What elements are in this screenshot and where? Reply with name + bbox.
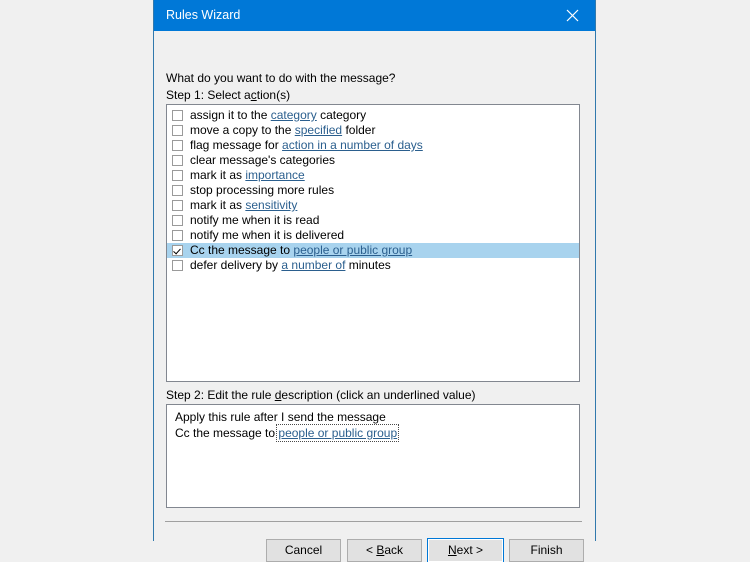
action-row[interactable]: mark it as importance: [167, 168, 579, 183]
action-checkbox[interactable]: [172, 260, 183, 271]
rules-wizard-dialog: Rules Wizard What do you want to do with…: [153, 0, 596, 562]
action-checkbox[interactable]: [172, 155, 183, 166]
action-label-text: mark it as: [190, 198, 246, 212]
action-checkbox[interactable]: [172, 170, 183, 181]
footer-separator: [165, 521, 582, 522]
action-row[interactable]: clear message's categories: [167, 153, 579, 168]
step2-label-pre: Step 2: Edit the rule: [166, 388, 275, 402]
action-label-text: mark it as: [190, 168, 246, 182]
action-value-link[interactable]: a number of: [281, 258, 345, 272]
step1-label: Step 1: Select action(s): [166, 88, 290, 102]
action-checkbox[interactable]: [172, 200, 183, 211]
action-label-text: assign it to the: [190, 108, 271, 122]
action-label: Cc the message to people or public group: [190, 243, 412, 258]
close-icon[interactable]: [550, 0, 595, 31]
action-label-text: clear message's categories: [190, 153, 336, 167]
action-label-suffix: folder: [342, 123, 376, 137]
action-row[interactable]: defer delivery by a number of minutes: [167, 258, 579, 273]
back-button[interactable]: < Back: [347, 539, 422, 562]
title-bar: Rules Wizard: [154, 0, 595, 31]
action-row[interactable]: mark it as sensitivity: [167, 198, 579, 213]
action-label-suffix: category: [316, 108, 367, 122]
action-checkbox[interactable]: [172, 245, 183, 256]
action-label: clear message's categories: [190, 153, 335, 168]
next-button-accel: N: [447, 543, 457, 557]
step1-label-pre: Step 1: Select a: [166, 88, 251, 102]
back-button-accel: B: [376, 543, 385, 557]
action-value-link[interactable]: category: [271, 108, 317, 122]
next-button[interactable]: Next >: [428, 539, 503, 562]
rule-description-box[interactable]: Apply this rule after I send the message…: [166, 404, 580, 508]
action-checkbox[interactable]: [172, 230, 183, 241]
finish-button-pre: Finish: [530, 543, 563, 557]
action-label: mark it as sensitivity: [190, 198, 297, 213]
cancel-button-pre: Cancel: [284, 543, 323, 557]
rule-description-line: Apply this rule after I send the message: [167, 409, 579, 425]
next-button-post: ext >: [456, 543, 484, 557]
finish-button[interactable]: Finish: [509, 539, 584, 562]
rule-description-text: Apply this rule after I send the message: [175, 410, 386, 424]
rule-description-line: Cc the message to people or public group: [167, 424, 579, 442]
rule-description-text: Cc the message to: [175, 426, 279, 440]
back-button-pre: <: [365, 543, 377, 557]
action-label: move a copy to the specified folder: [190, 123, 375, 138]
action-checkbox[interactable]: [172, 215, 183, 226]
action-label: flag message for action in a number of d…: [190, 138, 423, 153]
action-value-link[interactable]: specified: [295, 123, 342, 137]
step2-label-post: escription (click an underlined value): [281, 388, 476, 402]
back-button-post: ack: [384, 543, 404, 557]
action-row[interactable]: assign it to the category category: [167, 108, 579, 123]
dialog-body: What do you want to do with the message?…: [154, 31, 595, 562]
action-label: defer delivery by a number of minutes: [190, 258, 391, 273]
action-label-text: stop processing more rules: [190, 183, 335, 197]
action-row[interactable]: move a copy to the specified folder: [167, 123, 579, 138]
action-label-text: notify me when it is delivered: [190, 228, 345, 242]
action-row[interactable]: stop processing more rules: [167, 183, 579, 198]
window-title: Rules Wizard: [166, 8, 241, 22]
action-label-text: Cc the message to: [190, 243, 294, 257]
action-checkbox[interactable]: [172, 125, 183, 136]
action-row[interactable]: notify me when it is delivered: [167, 228, 579, 243]
action-label: stop processing more rules: [190, 183, 334, 198]
action-checkbox[interactable]: [172, 140, 183, 151]
action-value-link[interactable]: people or public group: [293, 243, 412, 257]
action-value-link[interactable]: importance: [245, 168, 304, 182]
action-label: mark it as importance: [190, 168, 305, 183]
action-value-link[interactable]: action in a number of days: [282, 138, 423, 152]
step1-label-post: tion(s): [256, 88, 291, 102]
step2-label: Step 2: Edit the rule description (click…: [166, 388, 476, 402]
action-row[interactable]: flag message for action in a number of d…: [167, 138, 579, 153]
action-label: notify me when it is read: [190, 213, 319, 228]
action-label-text: defer delivery by: [190, 258, 282, 272]
action-label: notify me when it is delivered: [190, 228, 344, 243]
action-checkbox[interactable]: [172, 110, 183, 121]
action-label-suffix: minutes: [345, 258, 391, 272]
rule-description-link[interactable]: people or public group: [276, 424, 400, 442]
action-label-text: notify me when it is read: [190, 213, 320, 227]
action-label-text: flag message for: [190, 138, 283, 152]
actions-listbox[interactable]: assign it to the category category move a…: [166, 104, 580, 382]
page-heading: What do you want to do with the message?: [166, 71, 396, 85]
action-value-link[interactable]: sensitivity: [245, 198, 297, 212]
cancel-button[interactable]: Cancel: [266, 539, 341, 562]
action-row[interactable]: Cc the message to people or public group: [167, 243, 579, 258]
action-checkbox[interactable]: [172, 185, 183, 196]
action-row[interactable]: notify me when it is read: [167, 213, 579, 228]
action-label-text: move a copy to the: [190, 123, 295, 137]
action-label: assign it to the category category: [190, 108, 366, 123]
